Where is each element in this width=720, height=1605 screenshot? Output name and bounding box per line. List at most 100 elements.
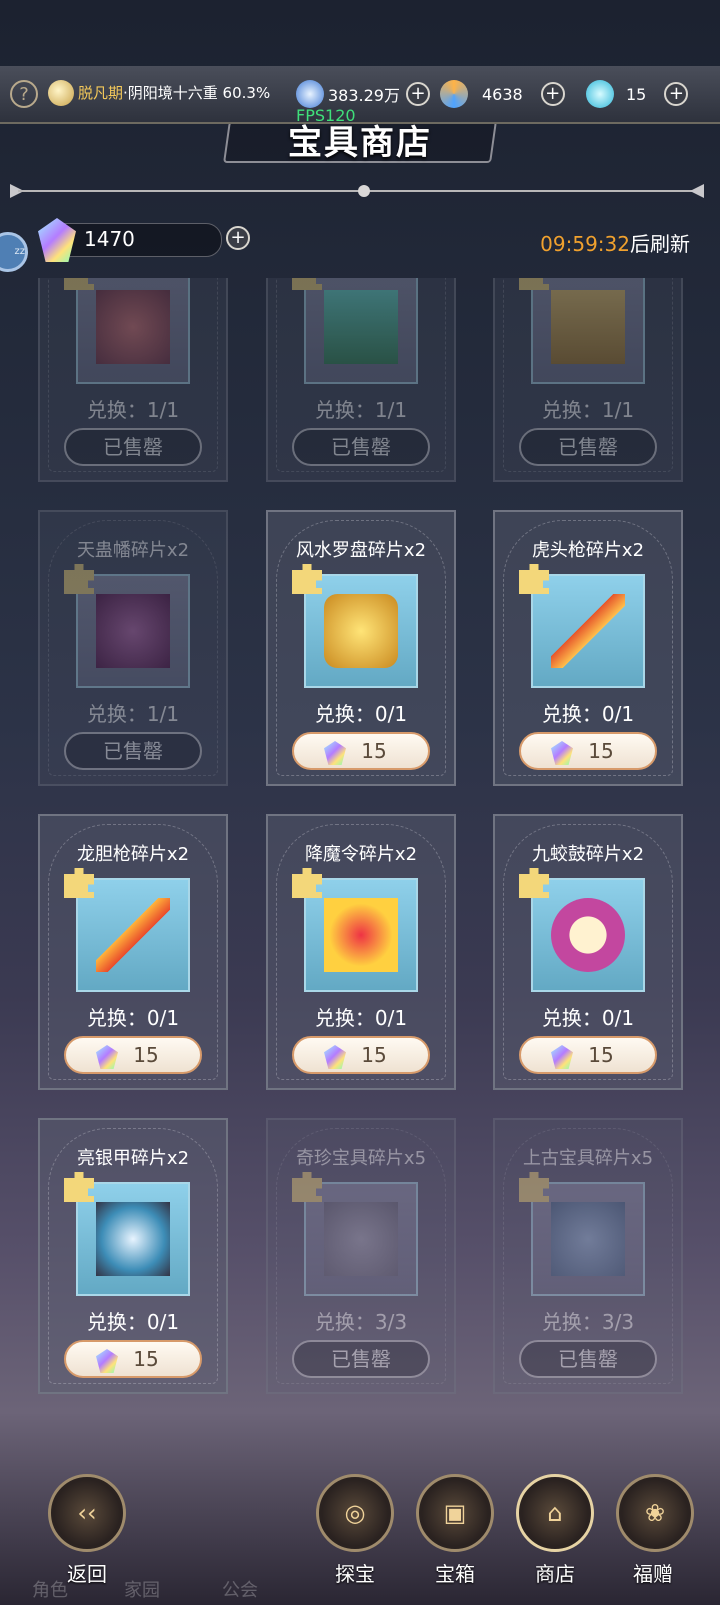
currency1-value: 383.29万 bbox=[328, 86, 400, 105]
shop-grid: 兑换：1/1 已售罄 兑换：1/1 已售罄 兑换：1/1 已售罄 天蛊幡碎片x2 兑换：1/1… bbox=[0, 278, 720, 1408]
help-icon[interactable]: ? bbox=[10, 80, 38, 108]
realm-stage: 脱凡期 bbox=[78, 84, 124, 102]
buy-button[interactable]: 15 bbox=[64, 1036, 202, 1074]
rainbow-gem-icon bbox=[551, 1045, 573, 1069]
shop-item-card: 兑换：1/1 已售罄 bbox=[493, 278, 683, 482]
currency2-add-button[interactable]: + bbox=[540, 82, 565, 106]
shop-item-card: 降魔令碎片x2 兑换：0/1 15 bbox=[266, 814, 456, 1090]
star-orb-icon bbox=[296, 80, 324, 108]
item-name: 天蛊幡碎片x2 bbox=[76, 540, 190, 561]
item-image bbox=[531, 278, 645, 384]
divider-right-arrow-icon bbox=[690, 184, 704, 198]
swirl-icon bbox=[440, 80, 468, 108]
explore-label: 探宝 bbox=[335, 1562, 375, 1586]
divider-dot bbox=[358, 185, 370, 197]
shop-item-card: 兑换：1/1 已售罄 bbox=[38, 278, 228, 482]
item-art-icon bbox=[324, 290, 398, 364]
item-art-icon bbox=[551, 1202, 625, 1276]
back-button[interactable]: ‹‹ bbox=[48, 1474, 126, 1552]
exchange-count: 兑换：1/1 bbox=[86, 702, 180, 726]
item-art-icon bbox=[551, 290, 625, 364]
currency-swirl: 4638 + bbox=[440, 80, 565, 108]
sold-out-button[interactable]: 已售罄 bbox=[64, 732, 202, 770]
currency-gourd: 15 + bbox=[586, 80, 689, 108]
buy-button[interactable]: 15 bbox=[519, 1036, 657, 1074]
gift-label: 福赠 bbox=[633, 1562, 673, 1586]
price-value: 15 bbox=[133, 1043, 159, 1067]
item-art-icon bbox=[551, 594, 625, 668]
refresh-time: 09:59:32 bbox=[540, 232, 630, 256]
back-label: 返回 bbox=[67, 1562, 107, 1586]
shop-item-card: 上古宝具碎片x5 兑换：3/3 已售罄 bbox=[493, 1118, 683, 1394]
price-value: 15 bbox=[588, 1043, 614, 1067]
sold-out-button[interactable]: 已售罄 bbox=[292, 428, 430, 466]
side-avatar-icon[interactable]: zz bbox=[0, 232, 28, 272]
shop-item-card: 龙胆枪碎片x2 兑换：0/1 15 bbox=[38, 814, 228, 1090]
currency2-value: 4638 bbox=[482, 84, 523, 104]
item-art-icon bbox=[96, 1202, 170, 1276]
shop-item-card: 九蛟鼓碎片x2 兑换：0/1 15 bbox=[493, 814, 683, 1090]
item-name: 九蛟鼓碎片x2 bbox=[531, 844, 645, 865]
back-arrow-icon: ‹‹ bbox=[77, 1499, 97, 1527]
treasure-seal-icon: ◎ bbox=[344, 1499, 366, 1527]
item-art-icon bbox=[324, 1202, 398, 1276]
exchange-count: 兑换：1/1 bbox=[541, 398, 635, 422]
item-name: 奇珍宝具碎片x5 bbox=[295, 1148, 427, 1169]
item-name: 风水罗盘碎片x2 bbox=[295, 540, 427, 561]
currency-spirit-stone: 383.29万 + bbox=[296, 80, 430, 108]
rainbow-gem-icon bbox=[551, 741, 573, 765]
price-value: 15 bbox=[133, 1347, 159, 1371]
exchange-count: 兑换：1/1 bbox=[314, 398, 408, 422]
exchange-count: 兑换：1/1 bbox=[86, 398, 180, 422]
shop-item-card: 奇珍宝具碎片x5 兑换：3/3 已售罄 bbox=[266, 1118, 456, 1394]
chest-icon: ▣ bbox=[443, 1499, 467, 1527]
item-image bbox=[304, 278, 418, 384]
chest-label: 宝箱 bbox=[435, 1562, 475, 1586]
item-name: 龙胆枪碎片x2 bbox=[76, 844, 190, 865]
item-image bbox=[76, 278, 190, 384]
ghost-tab-guild: 公会 bbox=[222, 1580, 258, 1601]
price-value: 15 bbox=[361, 1043, 387, 1067]
item-art-icon bbox=[96, 290, 170, 364]
shop-item-card: 亮银甲碎片x2 兑换：0/1 15 bbox=[38, 1118, 228, 1394]
exchange-count: 兑换：0/1 bbox=[86, 1006, 180, 1030]
buy-button[interactable]: 15 bbox=[292, 1036, 430, 1074]
shop-item-card: 虎头枪碎片x2 兑换：0/1 15 bbox=[493, 510, 683, 786]
item-name: 亮银甲碎片x2 bbox=[76, 1148, 190, 1169]
shop-pavilion-icon: ⌂ bbox=[547, 1499, 563, 1527]
sold-out-button[interactable]: 已售罄 bbox=[64, 428, 202, 466]
gem-add-button[interactable]: + bbox=[226, 226, 250, 250]
rainbow-gem-icon bbox=[324, 741, 346, 765]
realm-progress: 脱凡期·阴阳境十六重 60.3% bbox=[78, 82, 270, 103]
buy-button[interactable]: 15 bbox=[519, 732, 657, 770]
title-divider bbox=[18, 185, 704, 197]
currency3-value: 15 bbox=[626, 84, 647, 104]
gem-balance: 1470 bbox=[84, 227, 135, 251]
exchange-count: 兑换：0/1 bbox=[314, 702, 408, 726]
exchange-count: 兑换：0/1 bbox=[314, 1006, 408, 1030]
currency3-add-button[interactable]: + bbox=[664, 82, 689, 106]
rainbow-gem-icon bbox=[96, 1045, 118, 1069]
item-name: 上古宝具碎片x5 bbox=[522, 1148, 654, 1169]
item-art-icon bbox=[96, 898, 170, 972]
item-name: 降魔令碎片x2 bbox=[304, 844, 418, 865]
shop-item-card: 兑换：1/1 已售罄 bbox=[266, 278, 456, 482]
buy-button[interactable]: 15 bbox=[64, 1340, 202, 1378]
chest-button[interactable]: ▣ bbox=[416, 1474, 494, 1552]
shop-button[interactable]: ⌂ bbox=[516, 1474, 594, 1552]
shop-label: 商店 bbox=[535, 1562, 575, 1586]
gourd-icon bbox=[586, 80, 614, 108]
exchange-count: 兑换：0/1 bbox=[541, 702, 635, 726]
sold-out-button[interactable]: 已售罄 bbox=[519, 1340, 657, 1378]
currency1-add-button[interactable]: + bbox=[406, 82, 430, 106]
exchange-count: 兑换：0/1 bbox=[86, 1310, 180, 1334]
sold-out-button[interactable]: 已售罄 bbox=[519, 428, 657, 466]
gift-button[interactable]: ❀ bbox=[616, 1474, 694, 1552]
price-value: 15 bbox=[361, 739, 387, 763]
sold-out-button[interactable]: 已售罄 bbox=[292, 1340, 430, 1378]
item-art-icon bbox=[324, 898, 398, 972]
buy-button[interactable]: 15 bbox=[292, 732, 430, 770]
item-name: 虎头枪碎片x2 bbox=[531, 540, 645, 561]
exchange-count: 兑换：3/3 bbox=[314, 1310, 408, 1334]
explore-button[interactable]: ◎ bbox=[316, 1474, 394, 1552]
